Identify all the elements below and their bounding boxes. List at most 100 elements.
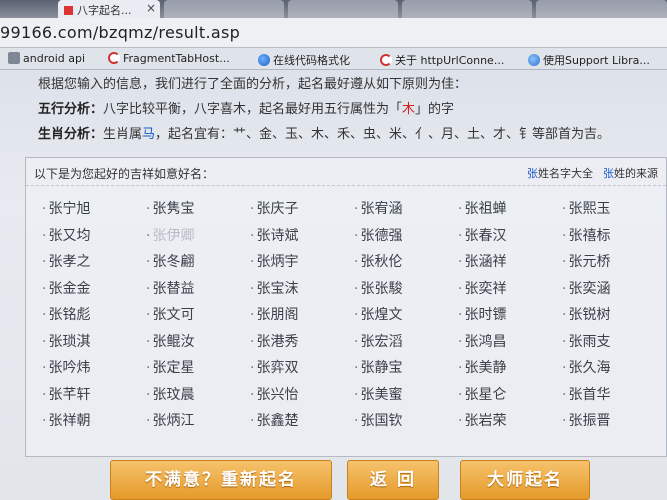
bookmark-item[interactable]: 在线代码格式化: [258, 52, 350, 68]
name-link[interactable]: · 张宥涵: [354, 198, 458, 225]
name-link[interactable]: · 张星仑: [458, 384, 562, 411]
name-link[interactable]: · 张祥朝: [42, 410, 146, 437]
bullet-icon: ·: [42, 254, 47, 270]
name-link[interactable]: · 张芊轩: [42, 384, 146, 411]
name-link[interactable]: · 张金金: [42, 278, 146, 305]
name-link[interactable]: · 张铭彪: [42, 304, 146, 331]
name-link[interactable]: · 张振晋: [562, 410, 666, 437]
name-link[interactable]: · 张煌文: [354, 304, 458, 331]
tab-background[interactable]: [288, 0, 398, 18]
name-link[interactable]: · 张弈双: [250, 357, 354, 384]
name-link[interactable]: · 张秋伦: [354, 251, 458, 278]
name-link[interactable]: · 张静宝: [354, 357, 458, 384]
name-link[interactable]: · 张久海: [562, 357, 666, 384]
tab-background[interactable]: [536, 0, 667, 18]
name-link[interactable]: · 张禧标: [562, 225, 666, 252]
name-link[interactable]: · 张春汉: [458, 225, 562, 252]
bookmark-item[interactable]: 使用Support Libra...: [528, 52, 650, 68]
name-link[interactable]: · 张鑫楚: [250, 410, 354, 437]
name-link[interactable]: · 张宏滔: [354, 331, 458, 358]
browser-window: 八字起名... × 99166.com/bzqmz/result.asp and…: [0, 0, 667, 500]
name-link[interactable]: · 张琐淇: [42, 331, 146, 358]
name-link[interactable]: · 张德强: [354, 225, 458, 252]
master-naming-button[interactable]: 大师起名: [460, 460, 590, 500]
address-bar[interactable]: 99166.com/bzqmz/result.asp: [0, 18, 667, 48]
name-link[interactable]: · 张炳宇: [250, 251, 354, 278]
name-link[interactable]: · 张宁旭: [42, 198, 146, 225]
tab-active[interactable]: 八字起名... ×: [58, 0, 160, 18]
name-link[interactable]: · 张元桥: [562, 251, 666, 278]
name-link[interactable]: · 张定星: [146, 357, 250, 384]
surname-links: 张姓名字大全 张姓的来源: [527, 165, 658, 181]
name-link[interactable]: · 张隽宝: [146, 198, 250, 225]
bullet-icon: ·: [458, 280, 463, 297]
bullet-icon: ·: [42, 227, 47, 244]
bookmark-item[interactable]: FragmentTabHost...: [108, 52, 230, 65]
name-link[interactable]: · 张美蜜: [354, 384, 458, 411]
close-icon[interactable]: ×: [146, 1, 156, 15]
name-link[interactable]: · 张玟晨: [146, 384, 250, 411]
name-link[interactable]: · 张文可: [146, 304, 250, 331]
name-link[interactable]: · 张首华: [562, 384, 666, 411]
name-link[interactable]: · 张祖蝉: [458, 198, 562, 225]
name-link[interactable]: · 张炳江: [146, 410, 250, 437]
wuxing-element: 木: [402, 102, 416, 117]
name-link[interactable]: · 张岩荣: [458, 410, 562, 437]
names-box: 以下是为您起好的吉祥如意好名： 张姓名字大全 张姓的来源 · 张宁旭 · 张隽宝 · 张庆子…: [25, 157, 667, 457]
name-link[interactable]: · 张伊卿: [146, 225, 250, 252]
bookmark-item[interactable]: 关于 httpUrlConne...: [380, 52, 504, 68]
doc-icon: [8, 52, 20, 64]
name-link[interactable]: · 张熙玉: [562, 198, 666, 225]
bullet-icon: ·: [146, 227, 151, 244]
name-link[interactable]: · 张时镖: [458, 304, 562, 331]
site-favicon-icon: [64, 6, 73, 15]
regenerate-button[interactable]: 不满意？重新起名: [110, 460, 332, 500]
bullet-icon: ·: [562, 227, 567, 244]
surname-origin-link[interactable]: 张姓的来源: [603, 167, 658, 180]
name-link[interactable]: · 张替益: [146, 278, 250, 305]
bullet-icon: ·: [458, 227, 463, 244]
name-link[interactable]: · 张冬翩: [146, 251, 250, 278]
bullet-icon: ·: [562, 254, 567, 270]
globe-icon: [258, 54, 270, 66]
surname-names-link[interactable]: 张姓名字大全: [527, 167, 593, 180]
tab-background[interactable]: [402, 0, 532, 18]
bullet-icon: ·: [562, 333, 567, 350]
names-box-title: 以下是为您起好的吉祥如意好名：: [34, 167, 215, 181]
name-link[interactable]: · 张鲲汝: [146, 331, 250, 358]
name-link[interactable]: · 张美静: [458, 357, 562, 384]
name-link[interactable]: · 张宝沫: [250, 278, 354, 305]
name-link[interactable]: · 张雨支: [562, 331, 666, 358]
name-link[interactable]: · 张朋阁: [250, 304, 354, 331]
bullet-icon: ·: [354, 201, 359, 217]
name-link[interactable]: · 张吟炜: [42, 357, 146, 384]
bullet-icon: ·: [146, 333, 151, 350]
name-link[interactable]: · 张张駿: [354, 278, 458, 305]
name-link[interactable]: · 张鸿昌: [458, 331, 562, 358]
back-button[interactable]: 返 回: [347, 460, 439, 500]
name-link[interactable]: · 张孝之: [42, 251, 146, 278]
bullet-icon: ·: [458, 307, 463, 323]
name-link[interactable]: · 张庆子: [250, 198, 354, 225]
bookmark-item[interactable]: android api: [8, 52, 85, 65]
bullet-icon: ·: [250, 227, 255, 244]
name-link[interactable]: · 张锐树: [562, 304, 666, 331]
name-link[interactable]: · 张奕涵: [562, 278, 666, 305]
name-link[interactable]: · 张港秀: [250, 331, 354, 358]
name-link[interactable]: · 张诗斌: [250, 225, 354, 252]
bullet-icon: ·: [250, 360, 255, 376]
tab-background[interactable]: [164, 0, 284, 18]
bullet-icon: ·: [250, 333, 255, 350]
bullet-icon: ·: [458, 386, 463, 403]
bullet-icon: ·: [354, 413, 359, 429]
name-link[interactable]: · 张国钦: [354, 410, 458, 437]
bullet-icon: ·: [458, 413, 463, 429]
bullet-icon: ·: [354, 333, 359, 350]
url-text[interactable]: 99166.com/bzqmz/result.asp: [0, 23, 240, 42]
bullet-icon: ·: [562, 386, 567, 403]
bullet-icon: ·: [354, 386, 359, 403]
name-link[interactable]: · 张奕祥: [458, 278, 562, 305]
name-link[interactable]: · 张兴怡: [250, 384, 354, 411]
name-link[interactable]: · 张又均: [42, 225, 146, 252]
name-link[interactable]: · 张涵祥: [458, 251, 562, 278]
